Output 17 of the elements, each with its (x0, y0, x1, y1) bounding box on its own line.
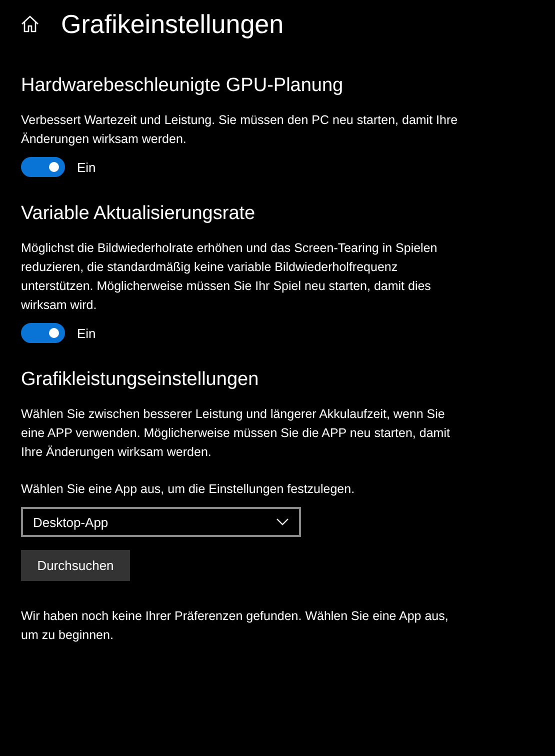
home-icon[interactable] (21, 15, 39, 33)
toggle-switch[interactable] (21, 157, 65, 177)
section-title: Grafikleistungseinstellungen (21, 368, 260, 392)
select-label: Wählen Sie eine App aus, um die Einstellungen festzulegen. (21, 481, 356, 498)
section-title: Variable Aktualisierungsrate (21, 202, 256, 226)
app-dropdown[interactable]: Desktop-App (21, 507, 301, 537)
section-title: Hardwarebeschleunigte GPU-Planung (21, 74, 344, 98)
section-description: Verbessert Wartezeit und Leistung. Sie müssen den PC neu starten, damit Ihre Änderungen wirksam werden. (21, 112, 459, 148)
browse-button[interactable]: Durchsuchen (21, 550, 130, 581)
section-description: Möglichst die Bildwiederholrate erhöhen und das Screen-Tearing in Spielen reduzieren, die standardmäßig keine variable Bildwiederholfrequenz unterstützen. Möglicherweise müssen Sie Ihr Spiel neu starten, damit dies wirksam wird. (21, 240, 438, 314)
toggle-label: Ein (77, 326, 96, 340)
chevron-down-icon (276, 518, 289, 526)
toggle-switch[interactable] (21, 323, 65, 343)
toggle-label: Ein (77, 160, 96, 174)
page-title: Grafikeinstellungen (61, 8, 284, 40)
info-text: Wir haben noch keine Ihrer Präferenzen gefunden. Wählen Sie eine App aus, um zu beginnen. (21, 608, 450, 644)
section-description: Wählen Sie zwischen besserer Leistung und längerer Akkulaufzeit, wenn Sie eine APP verwenden. Möglicherweise müssen Sie die APP neu starten, damit Ihre Änderungen wirksam werden. (21, 406, 451, 461)
